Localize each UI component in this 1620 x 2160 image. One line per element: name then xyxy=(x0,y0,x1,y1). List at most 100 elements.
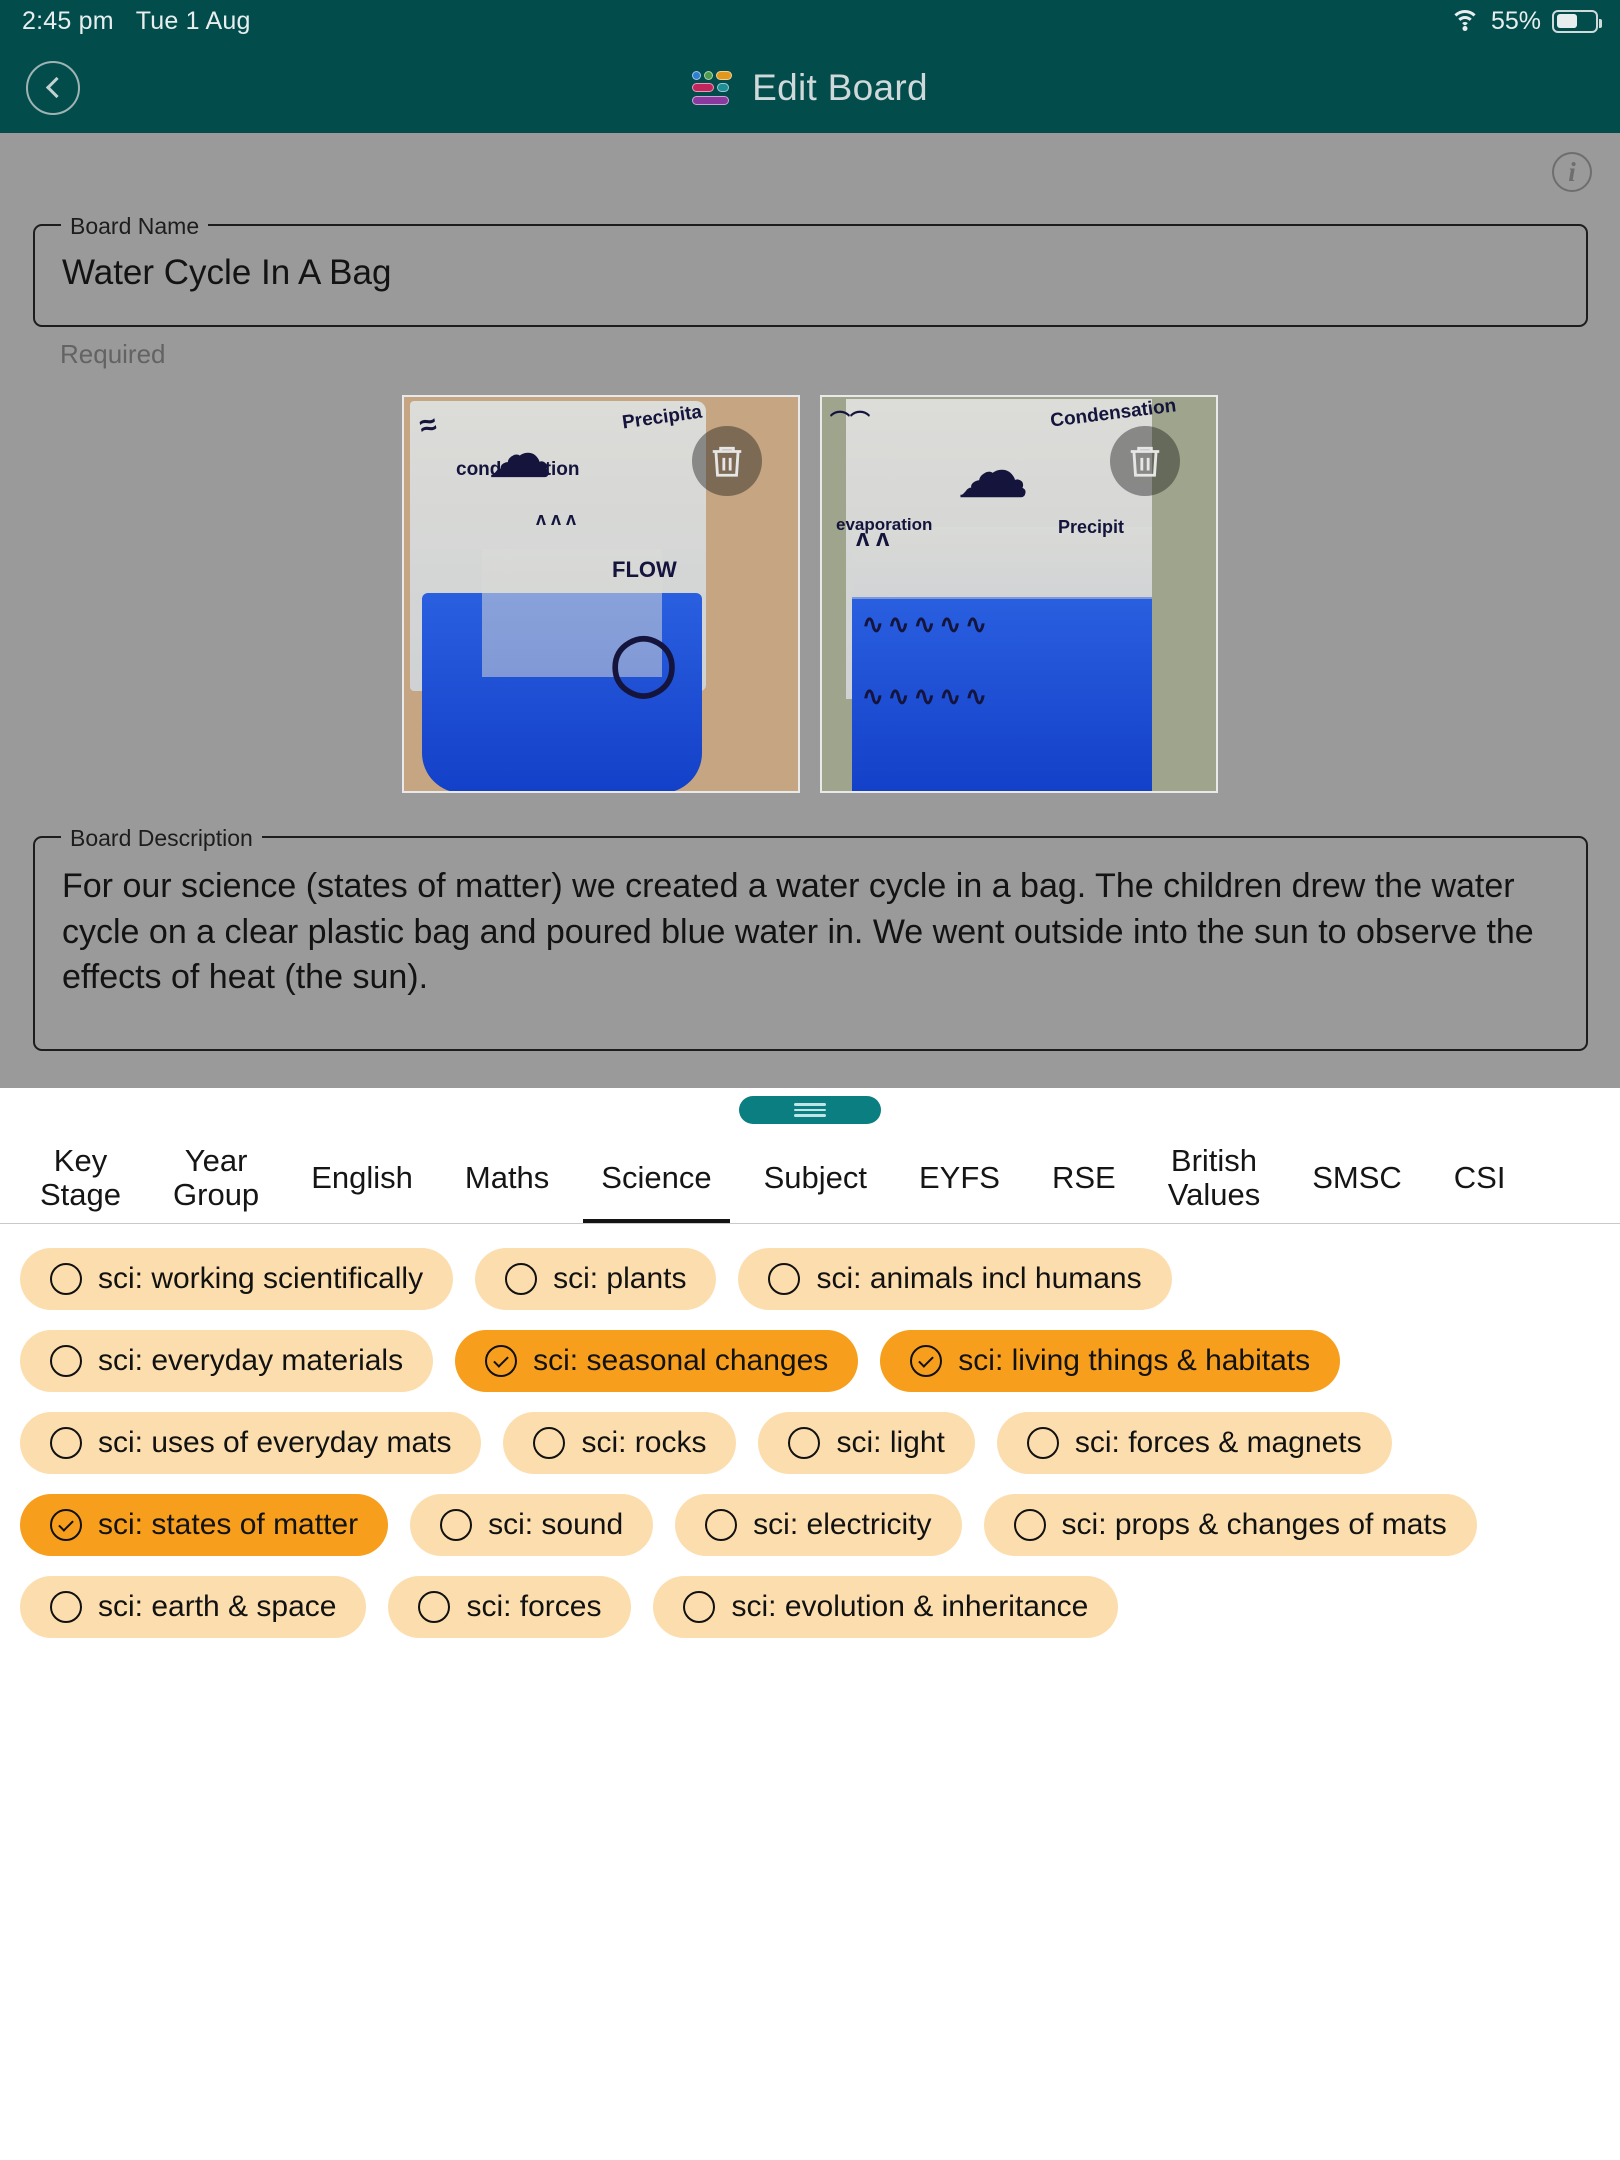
board-description-field[interactable]: Board Description For our science (state… xyxy=(33,825,1588,1051)
tab-label: English xyxy=(311,1159,413,1195)
check-circle-icon xyxy=(485,1345,518,1377)
trash-icon xyxy=(1130,446,1160,477)
trash-icon xyxy=(712,446,742,477)
empty-circle-icon xyxy=(505,1263,538,1295)
tag-chip[interactable]: sci: sound xyxy=(410,1494,654,1556)
tag-chip-label: sci: animals incl humans xyxy=(816,1262,1142,1295)
tab-label: Year Group xyxy=(173,1143,260,1212)
tag-chip-label: sci: everyday materials xyxy=(98,1344,404,1377)
photo-thumbnail[interactable]: ⌒⌒ Condensation evaporation Precipit ☁ ᴧ… xyxy=(820,395,1218,793)
tag-chip[interactable]: sci: states of matter xyxy=(20,1494,389,1556)
tag-picker-sheet: Key Stage Year Group English Maths Science Su… xyxy=(0,1088,1620,2160)
tag-chip[interactable]: sci: working scientifically xyxy=(20,1248,454,1310)
board-edit-form: i Board Name Water Cycle In A Bag Requir… xyxy=(0,133,1620,1088)
tag-chip[interactable]: sci: evolution & inheritance xyxy=(653,1576,1119,1638)
sheet-drag-area[interactable] xyxy=(0,1088,1620,1132)
empty-circle-icon xyxy=(705,1509,738,1541)
board-name-label: Board Name xyxy=(61,213,209,240)
tab-eyfs[interactable]: EYFS xyxy=(893,1132,1026,1223)
tag-chip[interactable]: sci: light xyxy=(758,1412,975,1474)
tag-chip-label: sci: states of matter xyxy=(98,1508,359,1541)
tag-chip[interactable]: sci: props & changes of mats xyxy=(983,1494,1477,1556)
tag-chip[interactable]: sci: animals incl humans xyxy=(738,1248,1172,1310)
status-bar-left: 2:45 pm Tue 1 Aug xyxy=(22,7,251,36)
empty-circle-icon xyxy=(440,1509,473,1541)
photo-thumbnail[interactable]: ≈ Precipita condensation ᴧ ᴧ ᴧ FLOW ☁ ◯ xyxy=(402,395,800,793)
battery-icon xyxy=(1552,9,1602,33)
drag-handle-icon[interactable] xyxy=(739,1096,881,1124)
tag-chip[interactable]: sci: everyday materials xyxy=(20,1330,434,1392)
tag-chip[interactable]: sci: forces xyxy=(388,1576,632,1638)
tab-rse[interactable]: RSE xyxy=(1026,1132,1142,1223)
tag-chip[interactable]: sci: seasonal changes xyxy=(455,1330,859,1392)
back-chevron-icon xyxy=(45,76,67,99)
empty-circle-icon xyxy=(768,1263,801,1295)
board-name-input[interactable]: Water Cycle In A Bag xyxy=(62,253,391,293)
tab-label: Subject xyxy=(763,1159,867,1195)
board-description-input[interactable]: For our science (states of matter) we cr… xyxy=(62,864,1559,1001)
tab-year-group[interactable]: Year Group xyxy=(147,1132,285,1223)
empty-circle-icon xyxy=(50,1427,82,1459)
wifi-icon xyxy=(1449,10,1480,32)
empty-circle-icon xyxy=(1026,1427,1059,1459)
nav-title-group: Edit Board xyxy=(692,67,928,109)
tab-csi[interactable]: CSI xyxy=(1428,1132,1532,1223)
tab-label: CSI xyxy=(1453,1159,1506,1195)
tab-subject[interactable]: Subject xyxy=(738,1132,893,1223)
empty-circle-icon xyxy=(683,1591,716,1623)
empty-circle-icon xyxy=(50,1345,82,1377)
board-description-label: Board Description xyxy=(61,825,262,852)
empty-circle-icon xyxy=(533,1427,566,1459)
status-bar: 2:45 pm Tue 1 Aug 55% xyxy=(0,0,1620,42)
nav-bar: Edit Board xyxy=(0,42,1620,133)
tag-chip[interactable]: sci: electricity xyxy=(675,1494,962,1556)
tag-chip-label: sci: forces xyxy=(466,1590,602,1623)
tab-label: Key Stage xyxy=(40,1143,122,1212)
board-name-helper-text: Required xyxy=(60,339,166,369)
tab-smsc[interactable]: SMSC xyxy=(1286,1132,1428,1223)
tag-chip-label: sci: seasonal changes xyxy=(533,1344,829,1377)
tab-label: EYFS xyxy=(919,1159,1000,1195)
tag-chip-label: sci: uses of everyday mats xyxy=(98,1426,452,1459)
tag-chip-label: sci: evolution & inheritance xyxy=(731,1590,1089,1623)
tab-science[interactable]: Science xyxy=(575,1132,737,1223)
tab-key-stage[interactable]: Key Stage xyxy=(14,1132,147,1223)
empty-circle-icon xyxy=(1013,1509,1046,1541)
tag-chip-label: sci: props & changes of mats xyxy=(1061,1508,1447,1541)
tag-chip[interactable]: sci: plants xyxy=(475,1248,717,1310)
tab-maths[interactable]: Maths xyxy=(439,1132,575,1223)
board-name-field[interactable]: Board Name Water Cycle In A Bag xyxy=(33,213,1588,327)
tab-label: RSE xyxy=(1051,1159,1116,1195)
check-circle-icon xyxy=(50,1509,82,1541)
tag-chip[interactable]: sci: earth & space xyxy=(20,1576,367,1638)
status-bar-right: 55% xyxy=(1449,7,1602,36)
tag-chip-label: sci: light xyxy=(836,1426,945,1459)
tag-chip-label: sci: forces & magnets xyxy=(1074,1426,1362,1459)
category-tab-bar[interactable]: Key Stage Year Group English Maths Science Su… xyxy=(0,1132,1620,1224)
empty-circle-icon xyxy=(50,1591,82,1623)
app-screen: 2:45 pm Tue 1 Aug 55% Edit Board i Board… xyxy=(0,0,1620,2160)
back-button[interactable] xyxy=(26,60,80,115)
tag-chip-label: sci: earth & space xyxy=(98,1590,337,1623)
tab-british-values[interactable]: British Values xyxy=(1142,1132,1287,1223)
status-date: Tue 1 Aug xyxy=(135,6,251,35)
empty-circle-icon xyxy=(418,1591,451,1623)
delete-photo-button[interactable] xyxy=(1110,426,1180,496)
tag-chip[interactable]: sci: uses of everyday mats xyxy=(20,1412,482,1474)
page-title: Edit Board xyxy=(752,66,928,108)
photo-list: ≈ Precipita condensation ᴧ ᴧ ᴧ FLOW ☁ ◯ xyxy=(0,395,1620,793)
tag-chip[interactable]: sci: forces & magnets xyxy=(996,1412,1392,1474)
app-logo-icon xyxy=(692,70,733,105)
tag-chip-label: sci: plants xyxy=(553,1262,687,1295)
tag-chip[interactable]: sci: rocks xyxy=(503,1412,737,1474)
tag-chip-list[interactable]: sci: working scientifically sci: plants sc… xyxy=(0,1224,1620,1638)
empty-circle-icon xyxy=(50,1263,82,1295)
tag-chip[interactable]: sci: living things & habitats xyxy=(880,1330,1341,1392)
info-icon[interactable]: i xyxy=(1552,152,1592,192)
empty-circle-icon xyxy=(788,1427,821,1459)
tag-chip-label: sci: rocks xyxy=(581,1426,707,1459)
tag-chip-label: sci: living things & habitats xyxy=(958,1344,1311,1377)
tab-english[interactable]: English xyxy=(285,1132,439,1223)
delete-photo-button[interactable] xyxy=(692,426,762,496)
status-time: 2:45 pm xyxy=(22,6,114,35)
